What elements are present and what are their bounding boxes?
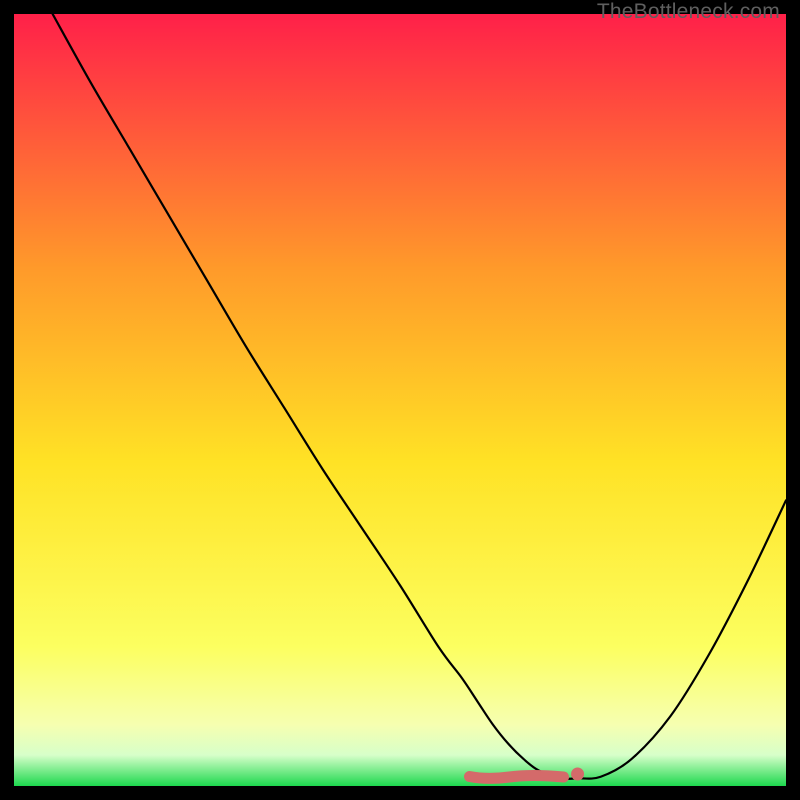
flat-segment (469, 776, 563, 779)
plot-area (14, 14, 786, 786)
plot-svg (14, 14, 786, 786)
flat-segment-end-dot (571, 768, 584, 781)
watermark: TheBottleneck.com (597, 0, 780, 24)
chart-container: TheBottleneck.com (0, 0, 800, 800)
gradient-bg (14, 14, 786, 786)
